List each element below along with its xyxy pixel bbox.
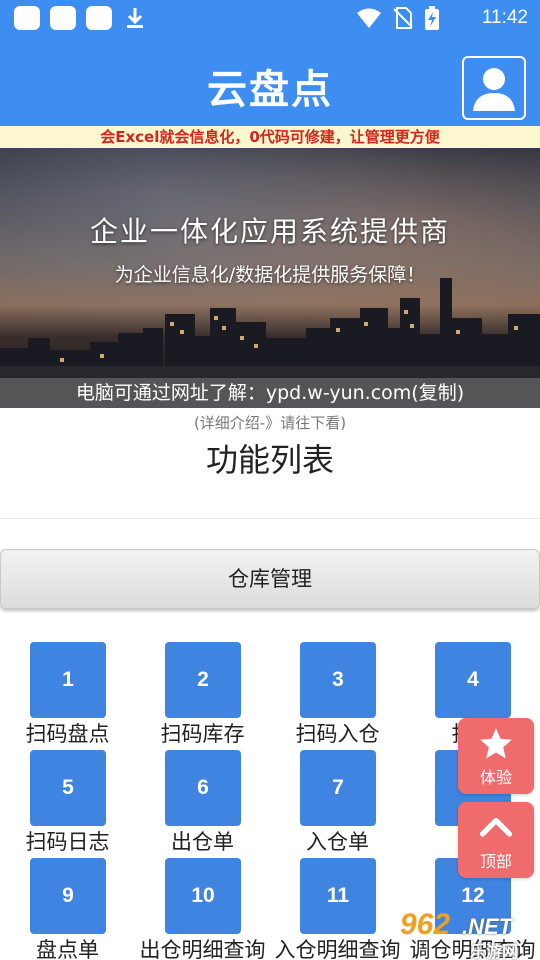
- city-skyline-image: [0, 278, 540, 378]
- function-tile[interactable]: 1: [30, 642, 106, 718]
- function-tile[interactable]: 11: [300, 858, 376, 934]
- function-tile[interactable]: 5: [30, 750, 106, 826]
- function-tile[interactable]: 6: [165, 750, 241, 826]
- function-label[interactable]: 扫码盘点: [0, 718, 135, 748]
- watermark-sub: 乐游网: [470, 944, 519, 960]
- promo-banner[interactable]: 企业一体化应用系统提供商 为企业信息化/数据化提供服务保障！: [0, 148, 540, 378]
- function-tile[interactable]: 10: [165, 858, 241, 934]
- back-to-top-button[interactable]: 顶部: [458, 802, 534, 878]
- function-label[interactable]: 盘点单: [0, 934, 135, 960]
- user-avatar-icon: [473, 68, 515, 111]
- watermark-suffix: .NET: [462, 914, 513, 939]
- site-watermark: 962 .NET 乐游网: [400, 908, 540, 960]
- app-header: 云盘点: [0, 36, 540, 126]
- star-icon: [480, 728, 512, 759]
- chevron-up-icon: [479, 817, 513, 837]
- warehouse-management-button[interactable]: 仓库管理: [0, 549, 540, 609]
- app-title: 云盘点: [207, 67, 333, 113]
- experience-button[interactable]: 体验: [458, 718, 534, 794]
- detail-hint: (详细介绍-》请往下看): [193, 414, 347, 432]
- section-title: 功能列表: [205, 441, 334, 479]
- function-tile[interactable]: 7: [300, 750, 376, 826]
- function-label[interactable]: 出仓单: [135, 826, 270, 856]
- function-label[interactable]: 扫码日志: [0, 826, 135, 856]
- website-url-link[interactable]: 电脑可通过网址了解：ypd.w-yun.com(复制): [0, 378, 540, 408]
- function-label[interactable]: 出仓明细查询: [135, 934, 270, 960]
- notification-icon: [14, 6, 40, 30]
- function-label[interactable]: 扫码入仓: [270, 718, 405, 748]
- back-to-top-label: 顶部: [479, 852, 512, 871]
- no-sim-icon: [393, 7, 413, 29]
- notification-icon: [50, 6, 76, 30]
- function-label[interactable]: 扫码库存: [135, 718, 270, 748]
- divider: [0, 518, 540, 519]
- experience-label: 体验: [479, 768, 512, 787]
- slogan-banner: 会Excel就会信息化，0代码可修建，让管理更方便: [0, 126, 540, 148]
- banner-headline: 企业一体化应用系统提供商: [89, 215, 450, 248]
- function-tile[interactable]: 4: [435, 642, 511, 718]
- status-bar: 11:42: [0, 0, 540, 36]
- battery-charging-icon: [425, 6, 439, 30]
- function-label[interactable]: 入仓单: [270, 826, 405, 856]
- notification-icon: [86, 6, 112, 30]
- user-account-button[interactable]: [462, 56, 526, 120]
- function-tile[interactable]: 2: [165, 642, 241, 718]
- function-label[interactable]: 入仓明细查询: [270, 934, 405, 960]
- download-icon: [127, 8, 143, 28]
- function-tile[interactable]: 3: [300, 642, 376, 718]
- watermark-brand: 962: [400, 908, 451, 941]
- clock: 11:42: [481, 7, 528, 28]
- wifi-icon: [357, 8, 381, 28]
- function-tile[interactable]: 9: [30, 858, 106, 934]
